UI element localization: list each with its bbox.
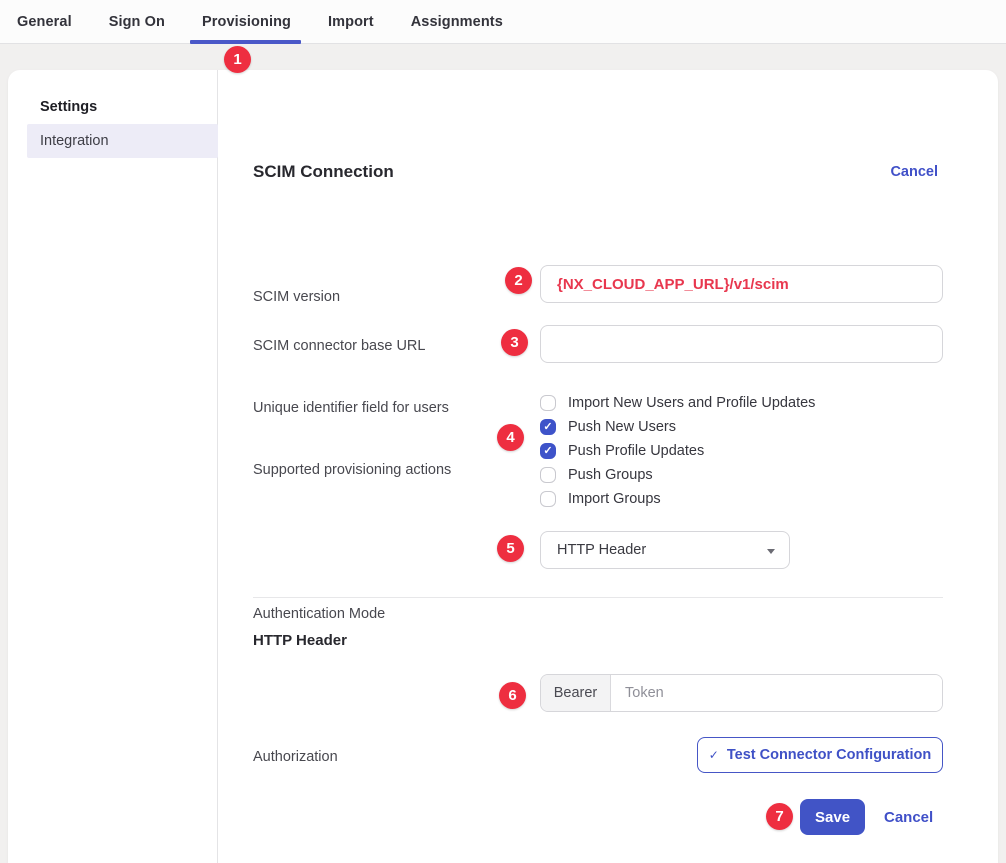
authorization-label: Authorization (253, 749, 338, 765)
checkbox-push-new-users[interactable]: Push New Users (540, 415, 815, 439)
settings-sidebar: Settings Integration (8, 70, 218, 863)
tab-import[interactable]: Import (328, 0, 374, 43)
step-badge-6: 6 (499, 682, 526, 709)
step-badge-7: 7 (766, 803, 793, 830)
scim-version-label: SCIM version (253, 289, 340, 305)
auth-mode-selected-value: HTTP Header (557, 542, 646, 558)
section-divider (253, 597, 943, 598)
checkbox-icon[interactable] (540, 467, 556, 483)
chevron-down-icon (767, 549, 775, 554)
checkbox-icon[interactable] (540, 419, 556, 435)
checkbox-icon[interactable] (540, 443, 556, 459)
cancel-link-bottom[interactable]: Cancel (884, 809, 933, 826)
test-connector-configuration-button[interactable]: ✓ Test Connector Configuration (697, 737, 943, 773)
checkbox-label: Import New Users and Profile Updates (568, 395, 815, 411)
token-input[interactable] (611, 675, 942, 711)
http-header-heading: HTTP Header (253, 632, 347, 649)
test-button-label: Test Connector Configuration (727, 747, 931, 763)
sidebar-heading: Settings (40, 99, 97, 115)
bearer-prefix: Bearer (541, 675, 611, 711)
tab-general[interactable]: General (17, 0, 72, 43)
authorization-input-group: Bearer (540, 674, 943, 712)
unique-id-label: Unique identifier field for users (253, 400, 449, 416)
auth-mode-label: Authentication Mode (253, 606, 385, 622)
checkbox-push-profile-updates[interactable]: Push Profile Updates (540, 439, 815, 463)
checkbox-label: Push Groups (568, 467, 653, 483)
scim-connection-panel: SCIM Connection Cancel SCIM version 2.0 … (253, 70, 953, 863)
base-url-label: SCIM connector base URL (253, 338, 425, 354)
sidebar-item-integration[interactable]: Integration (27, 124, 218, 158)
checkbox-label: Push New Users (568, 419, 676, 435)
save-button[interactable]: Save (800, 799, 865, 835)
auth-mode-select[interactable]: HTTP Header (540, 531, 790, 569)
step-badge-1: 1 (224, 46, 251, 73)
unique-id-input[interactable] (540, 325, 943, 363)
checkbox-push-groups[interactable]: Push Groups (540, 463, 815, 487)
step-badge-3: 3 (501, 329, 528, 356)
tab-assignments[interactable]: Assignments (411, 0, 503, 43)
checkbox-icon[interactable] (540, 491, 556, 507)
step-badge-2: 2 (505, 267, 532, 294)
checkbox-import-groups[interactable]: Import Groups (540, 487, 815, 511)
tab-sign-on[interactable]: Sign On (109, 0, 165, 43)
page-title: SCIM Connection (253, 162, 394, 182)
provisioning-actions-group: Import New Users and Profile Updates Pus… (540, 391, 815, 511)
checkbox-import-new-users[interactable]: Import New Users and Profile Updates (540, 391, 815, 415)
step-badge-4: 4 (497, 424, 524, 451)
content-card: Settings Integration SCIM Connection Can… (8, 70, 998, 863)
cancel-link-top[interactable]: Cancel (890, 164, 938, 180)
tab-provisioning[interactable]: Provisioning (202, 0, 291, 43)
checkbox-label: Import Groups (568, 491, 661, 507)
checkbox-label: Push Profile Updates (568, 443, 704, 459)
app-tabbar: General Sign On Provisioning Import Assi… (0, 0, 1006, 44)
provisioning-actions-label: Supported provisioning actions (253, 462, 451, 478)
step-badge-5: 5 (497, 535, 524, 562)
check-icon: ✓ (709, 748, 719, 762)
base-url-input[interactable] (540, 265, 943, 303)
checkbox-icon[interactable] (540, 395, 556, 411)
